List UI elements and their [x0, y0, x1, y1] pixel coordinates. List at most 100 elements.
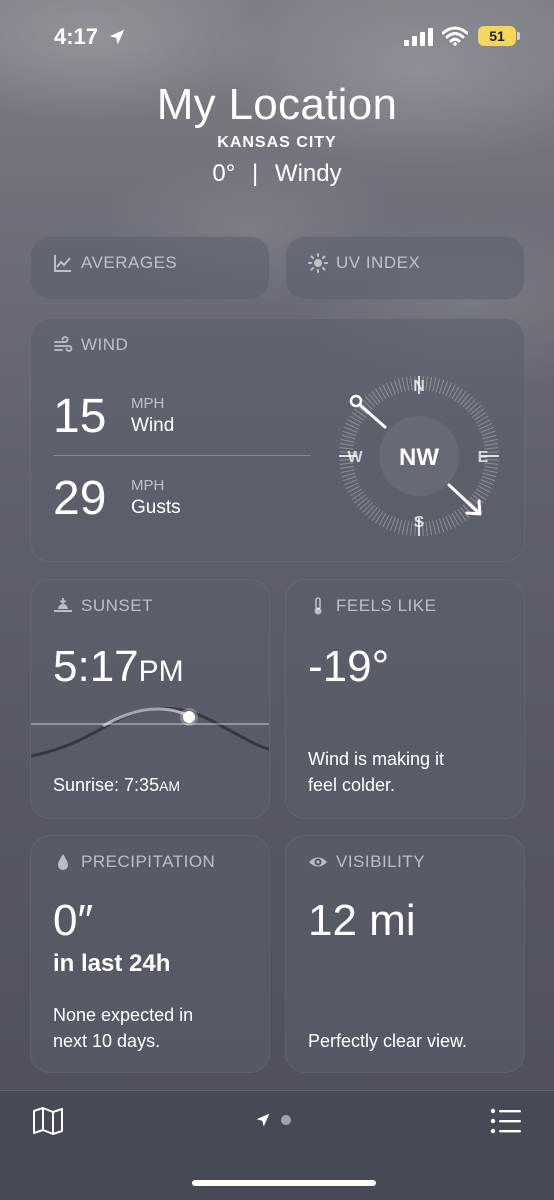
compass-tick	[410, 521, 413, 536]
compass-tick	[474, 491, 487, 500]
compass-tick	[353, 494, 366, 504]
precipitation-note-1: None expected in	[53, 1005, 194, 1025]
precipitation-header: PRECIPITATION	[53, 852, 215, 872]
sunrise-note: Sunrise: 7:35AM	[53, 772, 180, 799]
conditions-separator: |	[252, 160, 259, 187]
gusts-unit: MPH	[131, 477, 165, 494]
visibility-note: Perfectly clear view.	[308, 1031, 468, 1051]
compass-tick	[435, 519, 441, 534]
compass-tick	[469, 405, 482, 415]
gusts-label: Gusts	[131, 497, 181, 518]
eye-icon	[309, 857, 327, 867]
compass-tick	[474, 412, 487, 421]
compass-tick	[481, 430, 496, 437]
location-header: My Location KANSAS CITY 0° | Windy	[0, 80, 554, 188]
wind-direction: NW	[399, 444, 439, 471]
wind-divider	[53, 455, 311, 456]
compass-tick	[371, 509, 381, 522]
compass-tick	[405, 521, 410, 536]
location-arrow-icon	[256, 1113, 270, 1127]
wind-header: WIND	[53, 335, 128, 355]
compass-tick	[472, 408, 485, 418]
uv-index-header: UV INDEX	[308, 253, 420, 273]
sun-path-graph	[31, 706, 269, 758]
map-icon[interactable]	[32, 1106, 64, 1136]
compass-tick	[340, 438, 355, 443]
battery-indicator: 51	[478, 26, 516, 46]
compass-tick	[438, 379, 445, 394]
compass-tick	[457, 509, 467, 522]
feels-like-note-2: feel colder.	[308, 775, 396, 795]
precipitation-label: PRECIPITATION	[81, 852, 216, 871]
visibility-card[interactable]: VISIBILITY 12 mi Perfectly clear view.	[285, 835, 525, 1073]
compass-s: S	[414, 514, 425, 531]
compass-n: N	[413, 378, 425, 395]
feels-like-header: FEELS LIKE	[308, 596, 436, 616]
sunrise-ampm: AM	[159, 778, 181, 794]
wind-compass: N E S W NW	[339, 376, 499, 536]
compass-tick	[362, 502, 373, 513]
precipitation-card[interactable]: PRECIPITATION 0″ in last 24h None expect…	[30, 835, 270, 1073]
compass-tick	[410, 376, 413, 391]
averages-header: AVERAGES	[53, 253, 177, 273]
compass-tick	[428, 376, 433, 391]
compass-tick	[339, 442, 354, 447]
compass-tick	[425, 376, 428, 391]
status-bar: 4:17 51	[0, 0, 554, 70]
sunrise-prefix: Sunrise:	[53, 775, 125, 795]
battery-tip	[517, 32, 520, 40]
compass-tick	[428, 521, 433, 536]
feels-like-card[interactable]: FEELS LIKE -19° Wind is making it feel c…	[285, 579, 525, 819]
compass-tick	[462, 396, 473, 408]
uv-index-label: UV INDEX	[336, 253, 421, 272]
compass-tick	[371, 390, 381, 403]
page-dot	[281, 1115, 291, 1125]
wind-label: WIND	[81, 335, 129, 354]
compass-tick	[484, 442, 499, 447]
page-indicator[interactable]	[255, 1112, 291, 1128]
uv-index-card[interactable]: UV INDEX	[285, 236, 525, 300]
page-title: My Location	[156, 80, 398, 129]
compass-tick	[432, 377, 437, 392]
raindrop-icon	[58, 854, 68, 870]
compass-tick	[339, 465, 354, 470]
feels-like-label: FEELS LIKE	[336, 596, 437, 615]
compass-tick	[375, 511, 384, 524]
compass-tick	[465, 399, 476, 410]
wind-speed-value: 15	[53, 390, 107, 443]
home-indicator[interactable]	[192, 1180, 376, 1186]
averages-card[interactable]: AVERAGES	[30, 236, 270, 300]
wind-speed-unit: MPH	[131, 395, 165, 412]
compass-tick	[438, 518, 445, 533]
visibility-label: VISIBILITY	[336, 852, 426, 871]
feels-like-value: -19°	[308, 642, 390, 691]
compass-tick	[482, 472, 497, 478]
compass-tick	[340, 469, 355, 474]
sunset-label: SUNSET	[81, 596, 153, 615]
feels-like-note-1: Wind is making it	[308, 749, 445, 769]
compass-tick	[365, 396, 376, 408]
sun-icon	[308, 253, 328, 273]
current-temp: 0°	[212, 160, 236, 187]
wind-card[interactable]: WIND 15 MPH Wind 29 MPH Gusts N E S W NW	[30, 318, 525, 562]
sunrise-time: 7:35	[124, 775, 160, 795]
compass-tick	[432, 520, 437, 535]
wind-icon	[54, 336, 73, 352]
sunset-card[interactable]: SUNSET 5:17PM Sunrise: 7:35AM	[30, 579, 270, 819]
compass-tick	[454, 511, 463, 524]
compass-tick	[483, 469, 498, 474]
compass-tick	[425, 521, 428, 536]
sunset-header: SUNSET	[53, 596, 153, 616]
compass-tick	[401, 377, 406, 392]
compass-tick	[460, 393, 470, 406]
city-name: KANSAS CITY	[217, 134, 337, 151]
list-icon[interactable]	[490, 1108, 522, 1134]
compass-tick	[342, 430, 357, 437]
current-condition: Windy	[274, 160, 342, 187]
visibility-value: 12 mi	[308, 896, 416, 945]
compass-tick	[368, 393, 378, 406]
compass-tick	[401, 520, 406, 535]
compass-tick	[483, 438, 498, 443]
compass-tick	[368, 506, 378, 519]
compass-tick	[341, 472, 356, 478]
